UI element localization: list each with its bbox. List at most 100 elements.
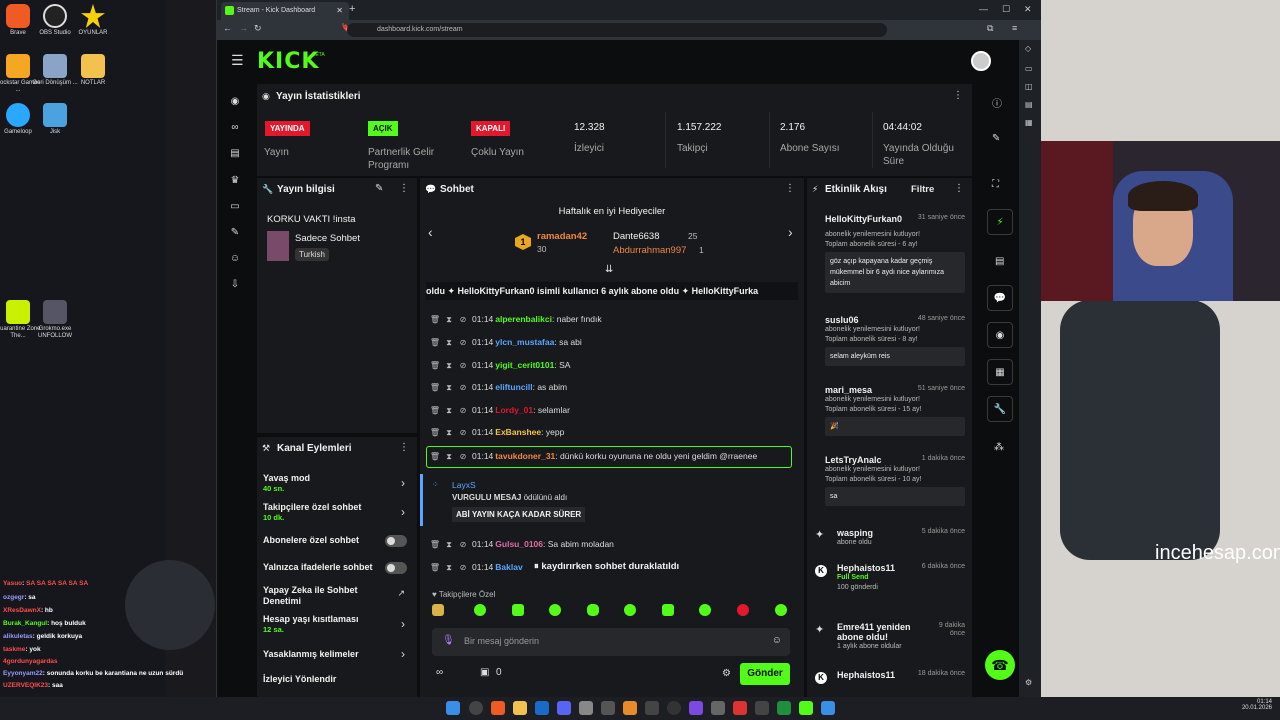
sidebar-icon[interactable]: ◫ bbox=[1025, 82, 1033, 91]
action-emotes-only[interactable]: Yalnızca ifadelerle sohbet bbox=[263, 562, 413, 574]
infinity-icon[interactable]: ∞ bbox=[436, 667, 443, 678]
delete-icon[interactable]: 🗑 bbox=[428, 428, 442, 437]
support-button[interactable]: ☎ bbox=[985, 650, 1015, 680]
emote-icon[interactable] bbox=[737, 604, 749, 616]
avatar[interactable] bbox=[971, 51, 991, 71]
chat-message-mention[interactable]: 🗑 ⧗ ⊘ 01:14 tavukdoner_31: dünkü korku oyunu… bbox=[428, 451, 757, 462]
send-button[interactable]: Gönder bbox=[740, 663, 790, 685]
points-icon[interactable]: ▣ bbox=[480, 667, 489, 678]
activity-event[interactable]: LetsTryAnalc 1 dakika önce abonelik yeni… bbox=[815, 455, 965, 506]
layout-tool-button[interactable]: ▦ bbox=[987, 359, 1013, 385]
sidebar-icon[interactable]: ▭ bbox=[1025, 64, 1033, 73]
message-input[interactable]: 🎙 Bir mesaj gönderin ☺ bbox=[432, 628, 790, 656]
prev-arrow-icon[interactable]: ‹ bbox=[428, 224, 433, 240]
ban-icon[interactable]: ⊘ bbox=[456, 428, 470, 437]
url-field[interactable]: dashboard.kick.com/stream bbox=[347, 23, 887, 37]
expand-icon[interactable]: ⛶ bbox=[992, 179, 999, 190]
emote-icon[interactable] bbox=[775, 604, 787, 616]
emote-icon[interactable] bbox=[662, 604, 674, 616]
app-taskbar-icon[interactable] bbox=[777, 701, 791, 715]
category-name[interactable]: Sadece Sohbet bbox=[295, 233, 360, 244]
ban-icon[interactable]: ⊘ bbox=[456, 452, 470, 461]
emotes-only-toggle[interactable] bbox=[385, 562, 407, 574]
activity-event[interactable]: Hephaistos11 6 dakika önce Full Send 100… bbox=[815, 563, 965, 593]
filter-button[interactable]: Filtre bbox=[911, 184, 934, 195]
ban-icon[interactable]: ⊘ bbox=[456, 361, 470, 370]
sidebar-icon[interactable]: ▦ bbox=[1025, 118, 1033, 127]
maximize-icon[interactable]: ☐ bbox=[1002, 4, 1010, 15]
new-tab-button[interactable]: + bbox=[349, 3, 355, 15]
chat-settings-icon[interactable]: ⚙ bbox=[722, 668, 731, 679]
chat-message[interactable]: 🗑 ⧗ ⊘ 01:14 Lordy_01: selamlar bbox=[428, 405, 570, 416]
emote-icon[interactable] bbox=[474, 604, 486, 616]
delete-icon[interactable]: 🗑 bbox=[428, 361, 442, 370]
app-taskbar-icon[interactable] bbox=[689, 701, 703, 715]
steam-taskbar-icon[interactable] bbox=[535, 701, 549, 715]
info-icon[interactable]: ⓘ bbox=[992, 95, 1002, 110]
library-icon[interactable]: ▭ bbox=[225, 201, 245, 215]
activity-more-icon[interactable]: ⋮ bbox=[954, 183, 964, 194]
lightning-tool-button[interactable]: ⚡ bbox=[987, 209, 1013, 235]
extensions-icon[interactable]: ⧉ bbox=[987, 23, 993, 34]
ban-icon[interactable]: ⊘ bbox=[456, 406, 470, 415]
jisk-desktop-icon[interactable]: Jisk bbox=[32, 103, 78, 136]
clock[interactable]: 01:14 20.01.2026 bbox=[1236, 699, 1272, 711]
app-taskbar-icon[interactable] bbox=[601, 701, 615, 715]
emote-icon[interactable] bbox=[624, 604, 636, 616]
app-taskbar-icon[interactable] bbox=[623, 701, 637, 715]
close-tab-icon[interactable]: ✕ bbox=[336, 2, 343, 20]
gifter-name[interactable]: Abdurrahman997 bbox=[613, 245, 686, 256]
analytics-icon[interactable]: ▤ bbox=[225, 148, 245, 162]
users-icon[interactable]: ☺ bbox=[225, 253, 245, 267]
stream-info-more-icon[interactable]: ⋮ bbox=[399, 183, 409, 194]
timeout-icon[interactable]: ⧗ bbox=[442, 406, 456, 416]
grokmo-desktop-icon[interactable]: Grokmo.exe UNFOLLOW bbox=[32, 300, 78, 340]
nodes-icon[interactable]: ⁂ bbox=[994, 442, 1004, 453]
activity-event[interactable]: HelloKittyFurkan0 31 saniye önce aboneli… bbox=[815, 214, 965, 293]
wrench-tool-button[interactable]: 🔧 bbox=[987, 396, 1013, 422]
gifter-name[interactable]: ramadan42 bbox=[537, 231, 587, 242]
stream-icon[interactable]: ◉ bbox=[225, 96, 245, 110]
delete-icon[interactable]: 🗑 bbox=[428, 540, 442, 549]
obs-taskbar-icon[interactable] bbox=[667, 701, 681, 715]
brave-taskbar-icon[interactable] bbox=[491, 701, 505, 715]
activity-event[interactable]: Emre411 yeniden abone oldu! 9 dakika önc… bbox=[815, 622, 965, 652]
kick-taskbar-icon[interactable] bbox=[799, 701, 813, 715]
search-icon[interactable] bbox=[469, 701, 483, 715]
action-ai-moderation[interactable]: Yapay Zeka ile Sohbet Denetimi ↗ bbox=[263, 585, 413, 607]
link-icon[interactable]: ∞ bbox=[225, 122, 245, 136]
app-taskbar-icon[interactable] bbox=[579, 701, 593, 715]
delete-icon[interactable]: 🗑 bbox=[428, 383, 442, 392]
sidebar-icon[interactable]: ◇ bbox=[1025, 44, 1031, 53]
timeout-icon[interactable]: ⧗ bbox=[442, 383, 456, 393]
chat-message[interactable]: 🗑 ⧗ ⊘ 01:14 eliftuncill: as abim bbox=[428, 382, 567, 393]
highlight-user[interactable]: LayxS bbox=[452, 480, 476, 490]
ban-icon[interactable]: ⊘ bbox=[456, 563, 470, 572]
delete-icon[interactable]: 🗑 bbox=[428, 338, 442, 347]
pencil-icon[interactable]: ✎ bbox=[992, 133, 1000, 144]
app-taskbar-icon[interactable] bbox=[645, 701, 659, 715]
subscribers-only-toggle[interactable] bbox=[385, 535, 407, 547]
app-taskbar-icon[interactable] bbox=[733, 701, 747, 715]
delete-icon[interactable]: 🗑 bbox=[428, 406, 442, 415]
tools-icon[interactable]: ✎ bbox=[225, 227, 245, 241]
activity-event[interactable]: suslu06 48 saniye önce abonelik yenileme… bbox=[815, 315, 965, 366]
activity-event[interactable]: Hephaistos11 18 dakika önce bbox=[815, 670, 965, 680]
delete-icon[interactable]: 🗑 bbox=[428, 452, 442, 461]
emote-icon[interactable] bbox=[549, 604, 561, 616]
stats-more-icon[interactable]: ⋮ bbox=[953, 90, 963, 101]
emoji-icon[interactable]: ☺ bbox=[772, 635, 782, 646]
chat-message[interactable]: 🗑 ⧗ ⊘ 01:14 Baklav bbox=[428, 562, 523, 573]
app-taskbar-icon[interactable] bbox=[711, 701, 725, 715]
tab-kick-dashboard[interactable]: Stream - Kick Dashboard ✕ bbox=[221, 2, 349, 20]
next-arrow-icon[interactable]: › bbox=[788, 224, 793, 240]
action-slow-mode[interactable]: Yavaş mod 40 sn. › bbox=[263, 473, 413, 493]
oyunlar-desktop-icon[interactable]: OYUNLAR bbox=[70, 4, 116, 37]
kick-logo[interactable]: KICK bbox=[257, 49, 319, 74]
ban-icon[interactable]: ⊘ bbox=[456, 338, 470, 347]
app-taskbar-icon[interactable] bbox=[821, 701, 835, 715]
channel-actions-more-icon[interactable]: ⋮ bbox=[399, 442, 409, 453]
timeout-icon[interactable]: ⧗ bbox=[442, 428, 456, 438]
reload-icon[interactable]: ↻ bbox=[254, 23, 262, 34]
forward-icon[interactable]: → bbox=[239, 23, 248, 33]
